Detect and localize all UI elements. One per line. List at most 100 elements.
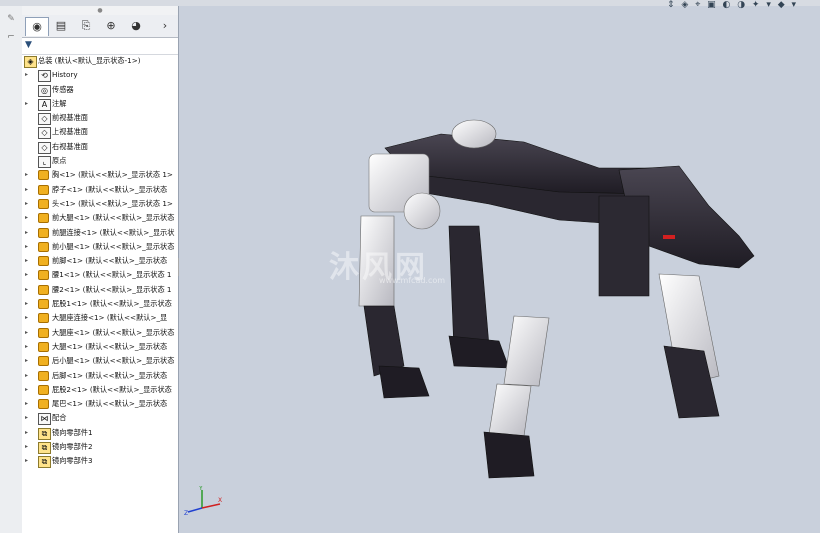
panel-grip-handle[interactable]: ● <box>22 6 178 15</box>
model-front-leg-right <box>448 225 490 352</box>
tree-item-label: 前小腿<1> (默认<<默认>_显示状态 <box>52 241 175 251</box>
tree-item[interactable]: ▸ 腰1<1> (默认<<默认>_显示状态 1 <box>22 268 178 282</box>
expand-arrow-icon[interactable]: ▸ <box>25 197 33 211</box>
expand-arrow-icon[interactable]: ▸ <box>25 369 33 383</box>
tree-item[interactable]: ◈ 总装 (默认<默认_显示状态-1>) <box>22 54 178 68</box>
expand-arrow-icon[interactable]: ▸ <box>25 268 33 282</box>
tree-item[interactable]: ◎ 传感器 <box>22 83 178 97</box>
tree-item-label: 镜向零部件2 <box>52 442 93 452</box>
expand-arrow-icon[interactable]: ▸ <box>25 97 33 111</box>
tree-item[interactable]: ▸ ⧉ 镜向零部件3 <box>22 454 178 469</box>
plane-icon: ◇ <box>38 141 51 154</box>
part-icon <box>38 198 49 209</box>
tree-item-label: 胸<1> (默认<<默认>_显示状态 1> <box>52 170 173 180</box>
model-front-foot-right <box>448 335 510 369</box>
tree-item-label: 大腿座连接<1> (默认<<默认>_显 <box>52 313 168 323</box>
model-rear-thigh <box>503 315 550 387</box>
expand-arrow-icon[interactable]: ▸ <box>25 397 33 411</box>
tree-item[interactable]: ▸ 大腿座<1> (默认<<默认>_显示状态 <box>22 326 178 340</box>
mirror-component-icon: ⧉ <box>38 427 51 440</box>
sketch-icon[interactable]: ✎ <box>4 14 18 26</box>
tree-item[interactable]: ▸ 脖子<1> (默认<<默认>_显示状态 <box>22 183 178 197</box>
tree-item[interactable]: ▸ 前腿连接<1> (默认<<默认>_显示状 <box>22 226 178 240</box>
expand-arrow-icon[interactable]: ▸ <box>25 183 33 197</box>
expand-arrow-icon[interactable]: ▸ <box>25 254 33 268</box>
graphics-viewport[interactable]: ⇕ ◈ ⌖ ▣ ◐ ◑ ✦ ▾ ◆ ▾ 沐风网 www.mfcad.com <box>179 0 820 533</box>
expand-arrow-icon[interactable]: ▸ <box>25 226 33 240</box>
robot-dog-model[interactable] <box>179 6 820 533</box>
tree-item[interactable]: ▸ 大腿<1> (默认<<默认>_显示状态 <box>22 340 178 354</box>
plane-icon: ◇ <box>38 113 51 126</box>
tree-item-label: 屁股1<1> (默认<<默认>_显示状态 <box>52 299 172 309</box>
tree-item[interactable]: ▸ A 注解 <box>22 97 178 111</box>
tree-item[interactable]: ▸ 前脚<1> (默认<<默认>_显示状态 <box>22 254 178 268</box>
expand-arrow-icon[interactable]: ▸ <box>25 311 33 325</box>
expand-arrow-icon[interactable]: ▸ <box>25 283 33 297</box>
part-icon <box>38 170 49 181</box>
expand-arrow-icon[interactable]: ▸ <box>25 297 33 311</box>
assembly-icon: ◈ <box>24 56 37 68</box>
tree-item[interactable]: ◇ 上视基准面 <box>22 125 178 140</box>
tree-item-label: 前脚<1> (默认<<默认>_显示状态 <box>52 256 168 266</box>
tree-item[interactable]: ▸ ⧉ 镜向零部件1 <box>22 426 178 440</box>
part-icon <box>38 341 49 352</box>
tree-item[interactable]: ▸ 大腿座连接<1> (默认<<默认>_显 <box>22 311 178 325</box>
tree-item[interactable]: ▸ 屁股1<1> (默认<<默认>_显示状态 <box>22 297 178 311</box>
more-tabs-chevron-icon[interactable]: › <box>158 17 172 35</box>
tree-item[interactable]: ▸ 尾巴<1> (默认<<默认>_显示状态 <box>22 397 178 411</box>
tree-item-label: 屁股2<1> (默认<<默认>_显示状态 <box>52 384 172 394</box>
tree-item-label: 配合 <box>52 413 67 423</box>
triad-y-label: Y <box>198 486 203 492</box>
tree-item[interactable]: ▸ ⧉ 镜向零部件2 <box>22 440 178 455</box>
tree-item[interactable]: ▸ 前大腿<1> (默认<<默认>_显示状态 <box>22 211 178 225</box>
expand-arrow-icon[interactable]: ▸ <box>25 411 33 425</box>
expand-arrow-icon[interactable]: ▸ <box>25 68 33 82</box>
tree-item[interactable]: ▸ 前小腿<1> (默认<<默认>_显示状态 <box>22 240 178 254</box>
expand-arrow-icon[interactable]: ▸ <box>25 454 33 468</box>
tree-item-label: 总装 (默认<默认_显示状态-1>) <box>38 56 141 65</box>
smart-dimension-icon[interactable]: ⌐ <box>4 32 18 44</box>
expand-arrow-icon[interactable]: ▸ <box>25 211 33 225</box>
tree-item[interactable]: ▸ 后小腿<1> (默认<<默认>_显示状态 <box>22 354 178 368</box>
propertymanager-tab[interactable]: ▤ <box>50 17 72 35</box>
tree-item[interactable]: ▸ 胸<1> (默认<<默认>_显示状态 1> <box>22 168 178 182</box>
expand-arrow-icon[interactable]: ▸ <box>25 426 33 440</box>
part-icon <box>38 184 49 195</box>
part-icon <box>38 284 49 295</box>
tree-item[interactable]: ◇ 右视基准面 <box>22 140 178 154</box>
tree-item-label: History <box>52 70 78 80</box>
tree-item[interactable]: ▸ ⟲ History <box>22 68 178 83</box>
expand-arrow-icon[interactable]: ▸ <box>25 168 33 182</box>
tree-item[interactable]: ◇ 前视基准面 <box>22 111 178 126</box>
expand-arrow-icon[interactable]: ▸ <box>25 440 33 454</box>
expand-arrow-icon[interactable]: ▸ <box>25 340 33 354</box>
part-icon <box>38 256 49 267</box>
tree-item[interactable]: ▸ ⋈ 配合 <box>22 411 178 426</box>
featuremanager-tab[interactable]: ◉ <box>25 17 49 36</box>
tree-item[interactable]: ▸ 屁股2<1> (默认<<默认>_显示状态 <box>22 383 178 397</box>
display-manager-tab[interactable]: ◕ <box>125 17 147 35</box>
tree-item[interactable]: ▸ 头<1> (默认<<默认>_显示状态 1> <box>22 197 178 211</box>
tree-item-label: 传感器 <box>52 84 74 94</box>
featuremanager-panel: ● ◉ ▤ ⎘ ⊕ ◕ › ▼ ◈ 总装 (默认<默认_显示状态-1>) ▸ ⟲ His… <box>22 6 179 533</box>
mates-icon: ⋈ <box>38 413 51 426</box>
tree-item-label: 镜向零部件3 <box>52 456 93 466</box>
expand-arrow-icon[interactable]: ▸ <box>25 383 33 397</box>
expand-arrow-icon[interactable]: ▸ <box>25 326 33 340</box>
panel-tab-strip: ◉ ▤ ⎘ ⊕ ◕ › <box>22 15 178 38</box>
dimxpert-tab[interactable]: ⊕ <box>100 17 122 35</box>
part-icon <box>38 213 49 224</box>
tree-item[interactable]: ▸ 腰2<1> (默认<<默认>_显示状态 1 <box>22 283 178 297</box>
tree-item[interactable]: ▸ 后脚<1> (默认<<默认>_显示状态 <box>22 369 178 383</box>
expand-arrow-icon[interactable]: ▸ <box>25 240 33 254</box>
expand-arrow-icon[interactable]: ▸ <box>25 354 33 368</box>
part-icon <box>38 227 49 238</box>
sensor-icon: ◎ <box>38 84 51 97</box>
configurationmanager-tab[interactable]: ⎘ <box>75 17 97 35</box>
tree-item[interactable]: ⌞ 原点 <box>22 154 178 169</box>
tree-filter-bar: ▼ <box>22 38 178 55</box>
filter-icon[interactable]: ▼ <box>25 40 41 52</box>
tree-item-label: 前腿连接<1> (默认<<默认>_显示状 <box>52 227 175 237</box>
tree-item-label: 前视基准面 <box>52 113 88 123</box>
triad-z-label: Z <box>184 510 188 516</box>
